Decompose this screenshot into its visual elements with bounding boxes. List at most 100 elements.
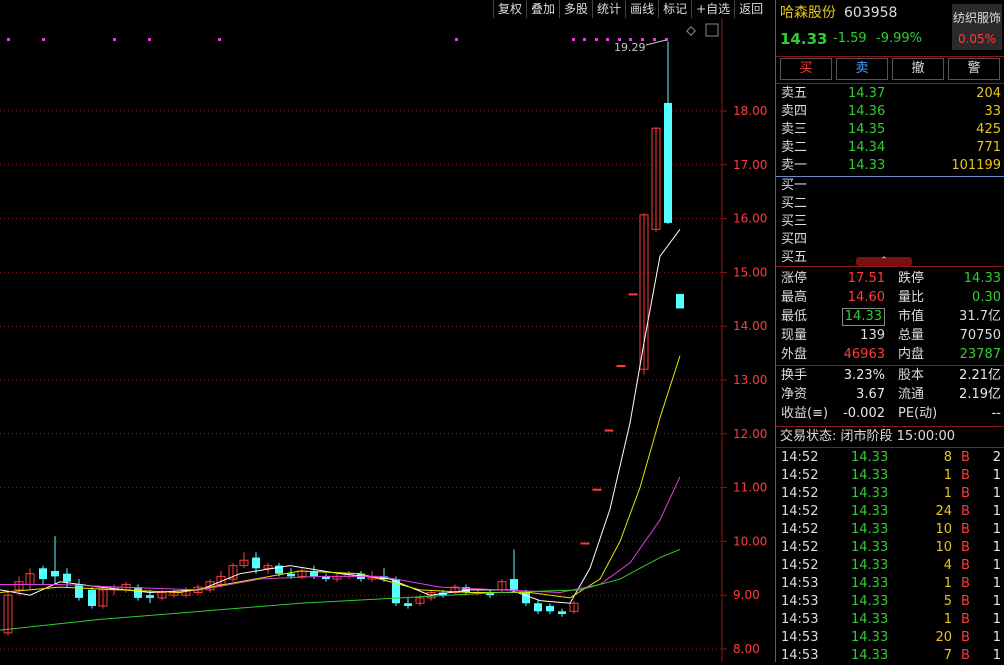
tick-row: 14:52 14.33 10 B 1: [776, 539, 1004, 557]
tick-row: 14:52 14.33 4 B 1: [776, 557, 1004, 575]
tick-price: 14.33: [851, 540, 889, 555]
stat-label: 股本: [898, 368, 925, 383]
stat-row: 外盘 46963 内盘 23787: [776, 346, 1004, 364]
tick-count: 1: [992, 504, 1001, 519]
stat-value: 14.33: [963, 271, 1001, 286]
sell-order-volume: 771: [976, 140, 1001, 155]
stat-value: --: [991, 406, 1001, 421]
current-price: 14.33: [780, 30, 828, 48]
tick-count: 1: [992, 594, 1001, 609]
diamond-icon: [686, 26, 696, 36]
trade-button-0[interactable]: 买: [780, 58, 832, 80]
toolbar-item-1[interactable]: 叠加: [526, 0, 559, 18]
buy-order-row: 买四: [776, 231, 1004, 249]
trade-status-row: 交易状态: 闭市阶段 15:00:00: [776, 428, 1004, 446]
buy-order-label: 买三: [781, 214, 808, 229]
tick-volume: 24: [935, 504, 952, 519]
stock-name[interactable]: 哈森股份: [780, 4, 836, 22]
kline-chart[interactable]: 18.00 17.00 16.00 15.00 14.00 13.00 12.00 11.00…: [0, 0, 773, 662]
buy-order-label: 买五: [781, 250, 808, 265]
stat-value: 14.60: [847, 290, 885, 305]
toolbar-item-2[interactable]: 多股: [559, 0, 592, 18]
tick-volume: 1: [943, 612, 952, 627]
toolbar-item-0[interactable]: 复权: [493, 0, 526, 18]
tick-count: 1: [992, 468, 1001, 483]
sell-order-label: 卖一: [781, 158, 808, 173]
tick-price: 14.33: [851, 558, 889, 573]
candle-body-up: [628, 293, 638, 296]
candle-body-up: [604, 429, 614, 432]
stat-value: 2.19亿: [959, 387, 1001, 402]
buy-order-row: 买二: [776, 195, 1004, 213]
tick-price: 14.33: [851, 648, 889, 663]
sell-order-volume: 204: [976, 86, 1001, 101]
stat-value: 3.67: [856, 387, 885, 402]
ma5-line: [0, 229, 681, 604]
trade-button-1[interactable]: 卖: [836, 58, 888, 80]
tick-volume: 20: [935, 630, 952, 645]
sell-order-volume: 425: [976, 122, 1001, 137]
candle-body-down: [287, 573, 295, 577]
tick-side: B: [961, 648, 970, 663]
signal-dot: [218, 38, 221, 41]
tick-time: 14:52: [781, 468, 819, 483]
tick-time: 14:53: [781, 648, 819, 663]
tick-side: B: [961, 522, 970, 537]
toolbar-item-5[interactable]: 标记: [658, 0, 691, 18]
toolbar-item-3[interactable]: 统计: [592, 0, 625, 18]
sell-order-price: 14.35: [848, 122, 886, 137]
sell-order-label: 卖四: [781, 104, 808, 119]
chart-toolbar: 复权 叠加 多股 统计 画线 标记 +自选 返回: [493, 0, 768, 18]
toolbar-item-4[interactable]: 画线: [625, 0, 658, 18]
signal-dot: [606, 38, 609, 41]
stat-value: 139: [860, 328, 885, 343]
tick-volume: 10: [935, 522, 952, 537]
tick-time: 14:53: [781, 612, 819, 627]
kline-chart-area[interactable]: 18.00 17.00 16.00 15.00 14.00 13.00 12.00 11.00…: [0, 0, 773, 662]
tick-row: 14:52 14.33 10 B 1: [776, 521, 1004, 539]
stat-value: 46963: [843, 347, 885, 362]
panel-toggle-icon: [705, 23, 719, 37]
signal-dot: [148, 38, 151, 41]
tick-side: B: [961, 594, 970, 609]
quote-panel: 哈森股份 603958 纺织服饰 0.05% 14.33 -1.59 -9.99…: [775, 0, 1004, 663]
signal-dot: [595, 38, 598, 41]
stat-row: 现量 139 总量 70750: [776, 327, 1004, 345]
stat-label: 收益(≡): [781, 406, 829, 421]
stat-label: 市值: [898, 309, 925, 324]
tick-volume: 4: [943, 558, 952, 573]
stat-value: -0.002: [843, 406, 885, 421]
sell-order-row: 卖五 14.37 204: [776, 85, 1004, 103]
price-tick-label: 8.00: [733, 642, 760, 656]
sell-order-label: 卖三: [781, 122, 808, 137]
tick-count: 1: [992, 630, 1001, 645]
candle-body-down: [510, 579, 518, 590]
ma20-line: [0, 476, 681, 594]
tick-price: 14.33: [851, 594, 889, 609]
price-tick-label: 12.00: [733, 427, 767, 441]
stock-code: 603958: [844, 5, 898, 21]
toolbar-item-7[interactable]: 返回: [734, 0, 767, 18]
tick-row: 14:52 14.33 24 B 1: [776, 503, 1004, 521]
trade-button-2[interactable]: 撤: [892, 58, 944, 80]
price-tick-label: 16.00: [733, 212, 767, 226]
tick-count: 1: [992, 576, 1001, 591]
stat-label: 外盘: [781, 347, 808, 362]
sell-order-row: 卖四 14.36 33: [776, 103, 1004, 121]
tick-row: 14:53 14.33 1 B 1: [776, 575, 1004, 593]
stat-label: 内盘: [898, 347, 925, 362]
tick-volume: 1: [943, 486, 952, 501]
stat-row: 换手 3.23% 股本 2.21亿: [776, 367, 1004, 385]
price-tick-label: 11.00: [733, 481, 767, 495]
candle-body-down: [664, 102, 672, 223]
tick-volume: 1: [943, 576, 952, 591]
sell-order-price: 14.33: [848, 158, 886, 173]
tick-time: 14:52: [781, 558, 819, 573]
sell-order-volume: 101199: [951, 158, 1001, 173]
stat-label: 流通: [898, 387, 925, 402]
tick-row: 14:53 14.33 1 B 1: [776, 611, 1004, 629]
collapse-button[interactable]: ⌃: [856, 257, 912, 266]
toolbar-item-6[interactable]: +自选: [691, 0, 734, 18]
trade-button-3[interactable]: 警: [948, 58, 1000, 80]
tick-time: 14:53: [781, 576, 819, 591]
